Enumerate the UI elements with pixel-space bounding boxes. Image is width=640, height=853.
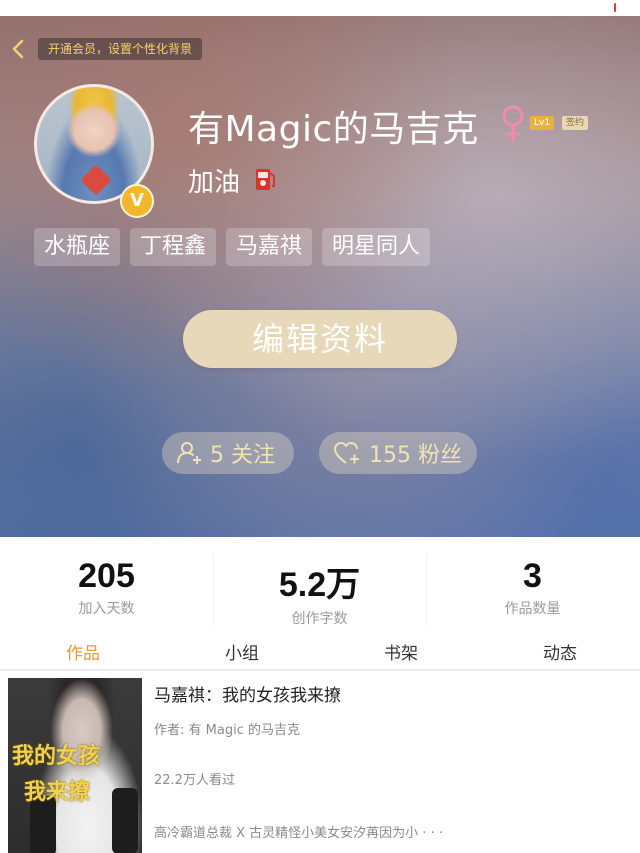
- cover-art: [112, 788, 138, 853]
- profile-tabs: 作品 小组 书架 动态: [0, 637, 640, 667]
- tab-bookshelf[interactable]: 书架: [361, 639, 441, 664]
- fans-button[interactable]: 155 粉丝: [319, 432, 477, 474]
- tag-item[interactable]: 明星同人: [322, 228, 431, 266]
- book-description: 高冷霸道总裁 X 古灵精怪小美女安汐苒因为小 · · ·: [154, 826, 443, 841]
- stat-join-days: 205 加入天数: [0, 557, 213, 618]
- cover-title-line: 我来撩: [24, 780, 91, 805]
- stat-label: 创作字数: [291, 611, 348, 627]
- back-chevron-icon[interactable]: [8, 38, 30, 60]
- stat-work-count: 3 作品数量: [426, 557, 639, 618]
- tab-activity[interactable]: 动态: [520, 639, 600, 664]
- book-author: 作者: 有 Magic 的马吉克: [154, 723, 300, 738]
- book-cover[interactable]: 我的女孩 我来撩: [8, 678, 142, 853]
- tag-item[interactable]: 马嘉祺: [226, 228, 313, 266]
- level-badge: Lv1: [530, 116, 555, 130]
- verified-v-badge: V: [120, 184, 154, 218]
- tab-works[interactable]: 作品: [43, 639, 123, 664]
- username: 有Magic的马吉克: [188, 109, 479, 150]
- stat-label: 加入天数: [78, 601, 135, 617]
- avatar-tie-decoration: [80, 164, 112, 196]
- profile-header: 开通会员，设置个性化背景 V 有Magic的马吉克 Lv1 签约 加油 水瓶座 …: [0, 16, 640, 537]
- following-count: 5 关注: [210, 443, 275, 468]
- stat-value: 5.2万: [278, 566, 361, 604]
- add-user-icon: [177, 442, 201, 464]
- tag-list: 水瓶座 丁程鑫 马嘉祺 明星同人: [34, 228, 431, 266]
- status-bar: [0, 0, 640, 16]
- fans-count: 155 粉丝: [369, 443, 462, 468]
- stats-panel: 205 加入天数 5.2万 创作字数 3 作品数量 作品 小组 书架 动态: [0, 537, 640, 669]
- tag-item[interactable]: 水瓶座: [34, 228, 121, 266]
- signed-badge: 签约: [562, 116, 589, 130]
- fuel-pump-icon: [256, 169, 275, 190]
- status-indicator: [614, 3, 616, 12]
- stat-label: 作品数量: [504, 601, 561, 617]
- following-button[interactable]: 5 关注: [162, 432, 294, 474]
- edit-profile-button[interactable]: 编辑资料: [183, 310, 457, 368]
- cover-title-line: 我的女孩: [12, 744, 101, 769]
- book-list-item[interactable]: 我的女孩 我来撩 马嘉祺：我的女孩我来撩 作者: 有 Magic 的马吉克 22…: [0, 670, 640, 853]
- book-views: 22.2万人看过: [154, 773, 235, 788]
- stat-word-count: 5.2万 创作字数: [213, 557, 426, 628]
- heart-plus-icon: [334, 442, 359, 464]
- stat-value: 205: [78, 557, 135, 595]
- profile-motto: 加油: [188, 168, 241, 198]
- vip-background-banner[interactable]: 开通会员，设置个性化背景: [38, 38, 203, 60]
- tab-groups[interactable]: 小组: [202, 639, 282, 664]
- stat-value: 3: [523, 557, 542, 595]
- female-gender-icon: [502, 105, 524, 142]
- tag-item[interactable]: 丁程鑫: [130, 228, 217, 266]
- book-title[interactable]: 马嘉祺：我的女孩我来撩: [154, 681, 341, 706]
